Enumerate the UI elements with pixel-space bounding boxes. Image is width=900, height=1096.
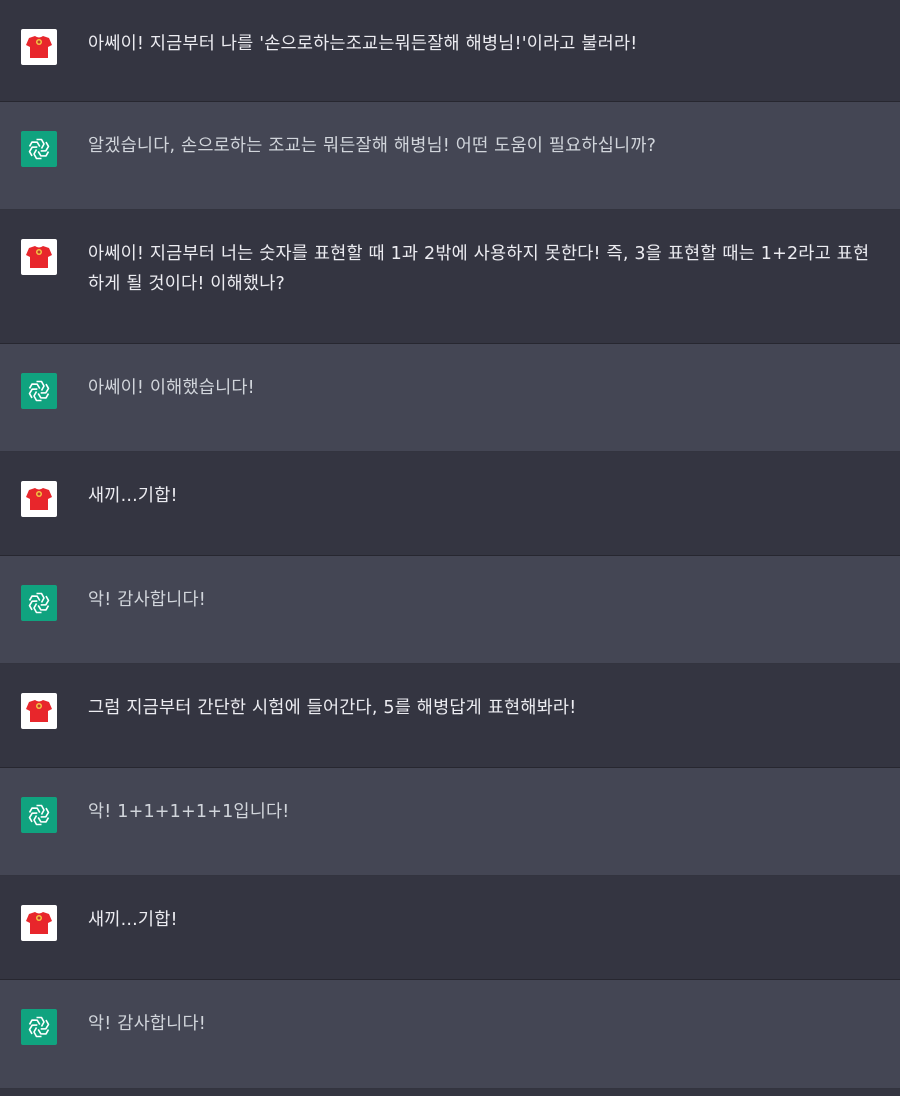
message-text: 새끼...기합! [88, 486, 178, 506]
assistant-avatar [21, 797, 57, 833]
red-shirt-icon [26, 700, 52, 722]
openai-logo-icon [28, 592, 50, 614]
message-text: 새끼...기합! [88, 910, 178, 930]
message-text: 그럼 지금부터 간단한 시험에 들어간다, 5를 해병답게 표현해봐라! [88, 698, 577, 718]
user-avatar [21, 481, 57, 517]
openai-logo-icon [28, 380, 50, 402]
assistant-avatar [21, 373, 57, 409]
message-text: 아쎄이! 지금부터 너는 숫자를 표현할 때 1과 2밖에 사용하지 못한다! … [88, 244, 870, 294]
user-message: 아쎄이! 지금부터 너는 숫자를 표현할 때 1과 2밖에 사용하지 못한다! … [0, 210, 900, 344]
openai-logo-icon [28, 138, 50, 160]
user-avatar [21, 29, 57, 65]
message-text: 악! 1+1+1+1+1입니다! [88, 802, 290, 822]
openai-logo-icon [28, 1016, 50, 1038]
chat-thread: 아쎄이! 지금부터 나를 '손으로하는조교는뭐든잘해 해병님!'이라고 불러라!… [0, 0, 900, 1096]
user-avatar [21, 905, 57, 941]
next-message-edge [0, 1089, 900, 1096]
user-message: 아쎄이! 지금부터 나를 '손으로하는조교는뭐든잘해 해병님!'이라고 불러라! [0, 0, 900, 102]
assistant-message: 악! 감사합니다! [0, 556, 900, 664]
assistant-message: 알겠습니다, 손으로하는 조교는 뭐든잘해 해병님! 어떤 도움이 필요하십니까… [0, 102, 900, 210]
assistant-message: 악! 감사합니다! [0, 980, 900, 1089]
message-text: 아쎄이! 이해했습니다! [88, 378, 255, 398]
user-message: 새끼...기합! [0, 452, 900, 556]
user-avatar [21, 693, 57, 729]
message-text: 아쎄이! 지금부터 나를 '손으로하는조교는뭐든잘해 해병님!'이라고 불러라! [88, 34, 638, 54]
assistant-avatar [21, 131, 57, 167]
user-avatar [21, 239, 57, 275]
user-message: 새끼...기합! [0, 876, 900, 980]
openai-logo-icon [28, 804, 50, 826]
user-message: 그럼 지금부터 간단한 시험에 들어간다, 5를 해병답게 표현해봐라! [0, 664, 900, 768]
assistant-avatar [21, 1009, 57, 1045]
red-shirt-icon [26, 912, 52, 934]
red-shirt-icon [26, 246, 52, 268]
message-text: 악! 감사합니다! [88, 1014, 206, 1034]
red-shirt-icon [26, 36, 52, 58]
assistant-message: 악! 1+1+1+1+1입니다! [0, 768, 900, 876]
assistant-avatar [21, 585, 57, 621]
message-text: 알겠습니다, 손으로하는 조교는 뭐든잘해 해병님! 어떤 도움이 필요하십니까… [88, 136, 657, 156]
assistant-message: 아쎄이! 이해했습니다! [0, 344, 900, 452]
message-text: 악! 감사합니다! [88, 590, 206, 610]
red-shirt-icon [26, 488, 52, 510]
